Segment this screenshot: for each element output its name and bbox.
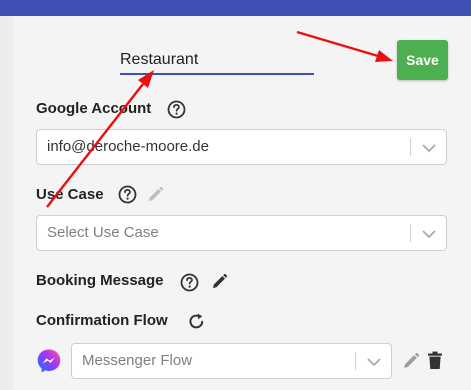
booking-message-label: Booking Message	[36, 272, 164, 289]
google-account-select[interactable]: info@deroche-moore.de	[36, 129, 447, 165]
name-input[interactable]	[120, 47, 314, 75]
trash-icon[interactable]	[427, 351, 443, 370]
messenger-icon	[37, 349, 61, 373]
pencil-icon[interactable]	[402, 352, 420, 370]
top-header-bar	[0, 0, 471, 16]
pencil-icon[interactable]	[147, 186, 164, 203]
use-case-select[interactable]: Select Use Case	[36, 215, 447, 251]
use-case-placeholder: Select Use Case	[47, 224, 159, 241]
refresh-icon[interactable]	[187, 312, 206, 331]
help-icon[interactable]	[167, 100, 186, 119]
google-account-value: info@deroche-moore.de	[47, 138, 209, 155]
pencil-icon[interactable]	[211, 273, 228, 290]
use-case-label: Use Case	[36, 186, 104, 203]
confirmation-flow-placeholder: Messenger Flow	[82, 352, 193, 369]
confirmation-flow-label: Confirmation Flow	[36, 312, 168, 329]
help-icon[interactable]	[118, 185, 137, 204]
confirmation-flow-select[interactable]: Messenger Flow	[71, 343, 392, 379]
chevron-down-icon[interactable]	[356, 344, 392, 378]
help-icon[interactable]	[180, 273, 199, 292]
chevron-down-icon[interactable]	[411, 130, 447, 164]
google-account-label: Google Account	[36, 100, 152, 117]
save-button[interactable]: Save	[397, 40, 448, 80]
chevron-down-icon[interactable]	[411, 216, 447, 250]
